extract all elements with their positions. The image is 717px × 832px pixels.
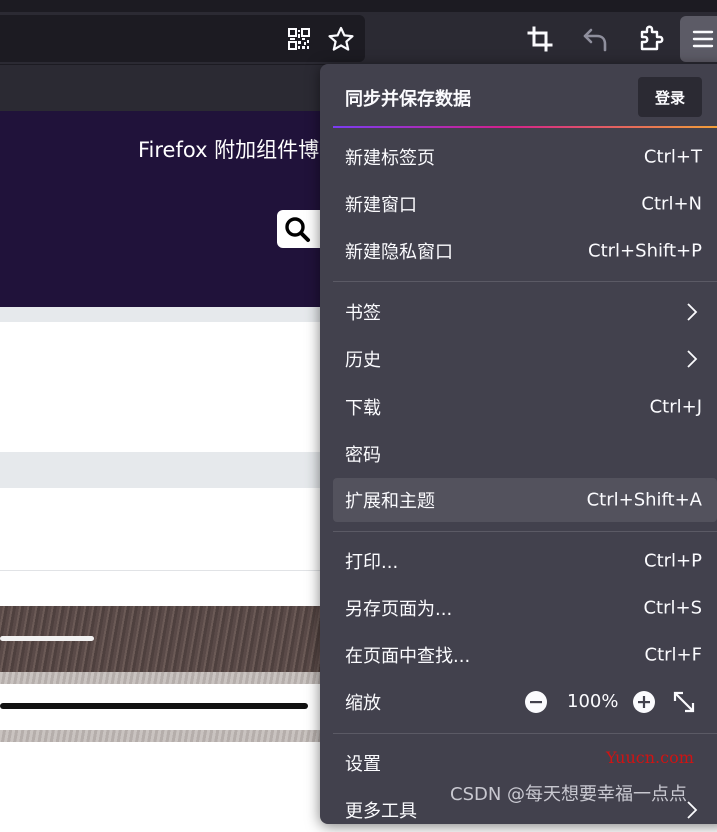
- window-top-strip: [0, 0, 717, 12]
- menu-separator: [333, 733, 717, 734]
- site-watermark: Yuucn.com: [606, 748, 694, 767]
- menu-item-shortcut: Ctrl+S: [643, 597, 702, 619]
- menu-item-label: 密码: [345, 445, 381, 466]
- menu-item-label: 新建标签页: [345, 148, 435, 169]
- qr-code-icon[interactable]: [287, 27, 311, 51]
- menu-item-history[interactable]: 历史: [333, 337, 717, 381]
- zoom-level[interactable]: 100%: [567, 691, 618, 712]
- menu-item-label: 另存页面为...: [345, 599, 453, 620]
- hamburger-menu-icon: [692, 30, 714, 48]
- menu-item-bookmarks[interactable]: 书签: [333, 290, 717, 334]
- login-button[interactable]: 登录: [638, 77, 702, 117]
- fullscreen-button[interactable]: [671, 689, 697, 715]
- menu-item-label: 新建窗口: [345, 195, 417, 216]
- sync-title: 同步并保存数据: [345, 89, 471, 110]
- screenshot-crop-icon[interactable]: [524, 23, 556, 55]
- image-decoration: [0, 636, 94, 641]
- menu-item-label: 更多工具: [345, 801, 417, 822]
- zoom-in-button[interactable]: [631, 689, 657, 715]
- menu-item-shortcut: Ctrl+P: [644, 550, 702, 572]
- menu-item-addons-themes[interactable]: 扩展和主题 Ctrl+Shift+A: [333, 478, 717, 522]
- menu-item-label: 扩展和主题: [345, 491, 435, 512]
- menu-item-print[interactable]: 打印... Ctrl+P: [333, 539, 717, 583]
- menu-item-label: 缩放: [345, 693, 381, 714]
- menu-item-new-private-window[interactable]: 新建隐私窗口 Ctrl+Shift+P: [333, 229, 717, 273]
- accent-divider: [333, 126, 717, 128]
- menu-item-downloads[interactable]: 下载 Ctrl+J: [333, 385, 717, 429]
- csdn-watermark: CSDN @每天想要幸福一点点: [450, 784, 688, 805]
- menu-item-save-page[interactable]: 另存页面为... Ctrl+S: [333, 586, 717, 630]
- minus-circle-icon: [525, 691, 547, 713]
- menu-item-new-tab[interactable]: 新建标签页 Ctrl+T: [333, 135, 717, 179]
- menu-item-label: 打印...: [345, 552, 399, 573]
- menu-item-shortcut: Ctrl+T: [643, 146, 702, 168]
- menu-item-label: 历史: [345, 350, 381, 371]
- menu-item-shortcut: Ctrl+Shift+A: [586, 489, 702, 511]
- plus-circle-icon: [633, 691, 655, 713]
- image-decoration: [0, 703, 308, 709]
- menu-item-find-in-page[interactable]: 在页面中查找... Ctrl+F: [333, 633, 717, 677]
- menu-item-label: 在页面中查找...: [345, 646, 471, 667]
- hamburger-menu-button[interactable]: [680, 16, 717, 62]
- undo-icon[interactable]: [579, 23, 611, 55]
- fullscreen-expand-icon: [673, 691, 695, 713]
- menu-item-passwords[interactable]: 密码: [333, 432, 717, 476]
- menu-item-shortcut: Ctrl+Shift+P: [588, 240, 702, 262]
- bookmark-star-icon[interactable]: [327, 26, 355, 52]
- menu-item-label: 设置: [345, 754, 381, 775]
- menu-separator: [333, 281, 717, 282]
- app-menu-panel: 同步并保存数据 登录 新建标签页 Ctrl+T 新建窗口 Ctrl+N 新建隐私…: [320, 64, 717, 824]
- zoom-out-button[interactable]: [523, 689, 549, 715]
- menu-separator: [333, 531, 717, 532]
- menu-item-label: 下载: [345, 398, 381, 419]
- menu-item-label: 书签: [345, 303, 381, 324]
- chevron-right-icon: [687, 350, 698, 368]
- menu-item-shortcut: Ctrl+N: [641, 193, 702, 215]
- extensions-puzzle-icon[interactable]: [634, 22, 666, 54]
- chevron-right-icon: [687, 303, 698, 321]
- menu-item-shortcut: Ctrl+J: [649, 396, 702, 418]
- page-title: Firefox 附加组件博客: [138, 138, 341, 162]
- menu-item-shortcut: Ctrl+F: [644, 644, 702, 666]
- menu-item-new-window[interactable]: 新建窗口 Ctrl+N: [333, 182, 717, 226]
- menu-item-label: 新建隐私窗口: [345, 242, 453, 263]
- chevron-right-icon: [687, 801, 698, 819]
